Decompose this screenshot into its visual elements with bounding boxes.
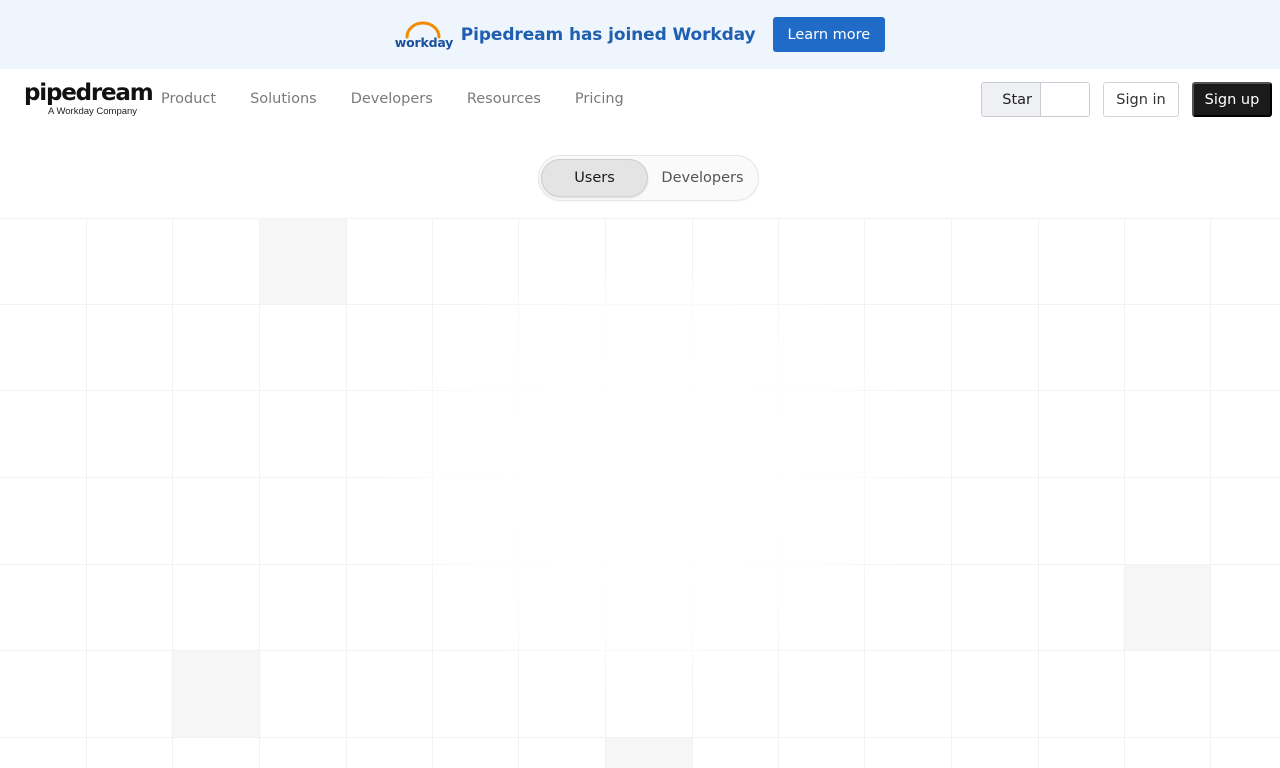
star-button[interactable]: Star [982, 83, 1041, 116]
brand-subtitle: A Workday Company [48, 106, 138, 117]
toggle-developers[interactable]: Developers [651, 159, 754, 197]
nav-links: Product Solutions Developers Resources P… [161, 89, 658, 109]
nav-link-solutions[interactable]: Solutions [250, 89, 317, 109]
top-navigation: pipedream A Workday Company Product Solu… [0, 69, 1280, 131]
workday-logo-text: workday [394, 34, 454, 50]
nav-link-developers[interactable]: Developers [351, 89, 433, 109]
audience-toggle: Users Developers [538, 155, 759, 201]
nav-link-product[interactable]: Product [161, 89, 216, 109]
nav-actions: Star Sign in Sign up [981, 82, 1272, 117]
sign-in-button[interactable]: Sign in [1103, 82, 1179, 117]
nav-link-pricing[interactable]: Pricing [575, 89, 624, 109]
toggle-users[interactable]: Users [541, 159, 648, 197]
pipedream-logo[interactable]: pipedream A Workday Company [24, 80, 154, 120]
announcement-banner: workday Pipedream has joined Workday Lea… [0, 0, 1280, 69]
learn-more-button[interactable]: Learn more [772, 17, 886, 52]
github-star-widget[interactable]: Star [981, 82, 1090, 117]
star-count[interactable] [1041, 83, 1089, 116]
banner-title[interactable]: Pipedream has joined Workday [461, 25, 756, 45]
brand-name: pipedream [24, 80, 154, 106]
background-grid [0, 218, 1280, 768]
workday-logo[interactable]: workday [394, 20, 454, 50]
banner-content: workday Pipedream has joined Workday Lea… [394, 17, 886, 52]
sign-up-button[interactable]: Sign up [1192, 82, 1272, 117]
nav-link-resources[interactable]: Resources [467, 89, 541, 109]
